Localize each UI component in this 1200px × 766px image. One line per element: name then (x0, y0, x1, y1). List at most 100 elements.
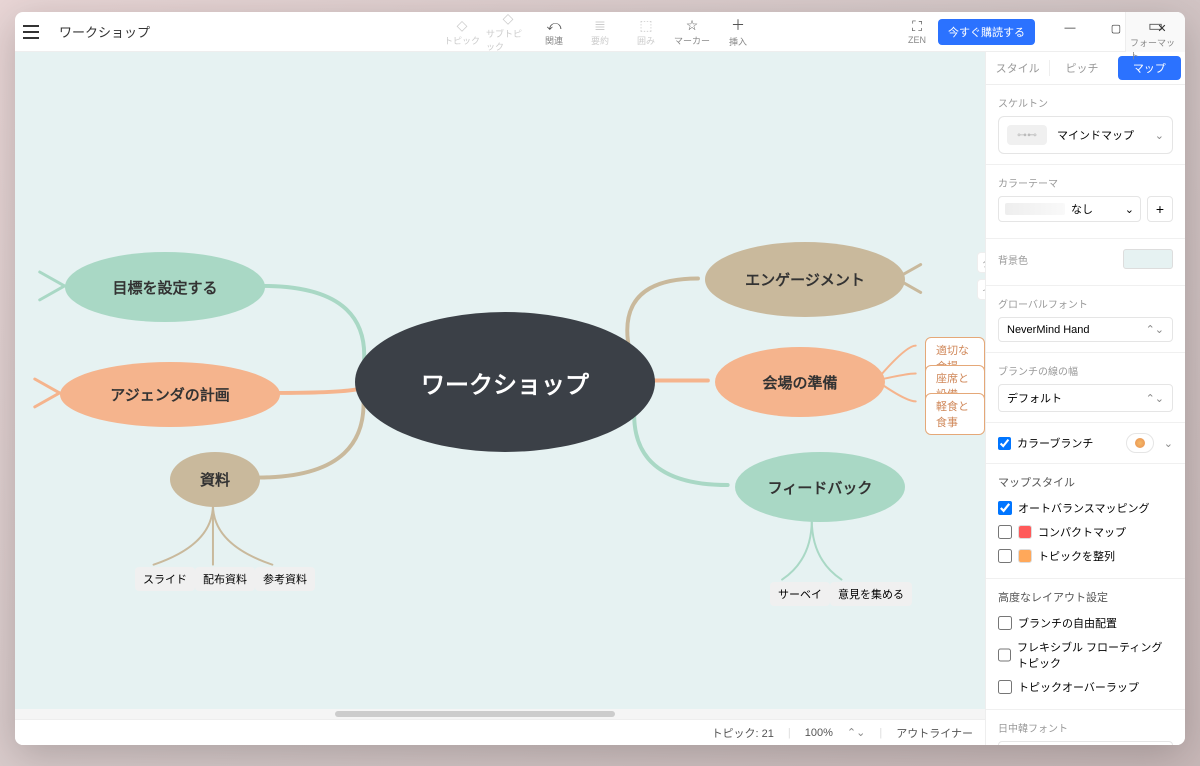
marker-button[interactable]: ☆マーカー (670, 12, 714, 52)
advanced-item[interactable]: ブランチの自由配置 (998, 611, 1173, 635)
boundary-button: ⬚囲み (624, 12, 668, 52)
canvas-wrap: ワークショップ 目標を設定するアジェンダの計画資料スライド配布資料参考資料 エンゲー… (15, 52, 985, 745)
cjk-font-select[interactable]: デフォルト ⌃⌄ (998, 741, 1173, 745)
titlebar: ワークショップ ◇トピック◇サブトピック⤺関連≣要約⬚囲み☆マーカー＋挿入 ⛶Z… (15, 12, 1185, 52)
side-panel: スタイル ピッチ マップ スケルトン ⊶⊷ マインドマップ ⌄ カラーテーマ (985, 52, 1185, 745)
color-branch-label: カラーブランチ (1017, 435, 1093, 451)
panel-bg: 背景色 (986, 239, 1185, 286)
checkbox[interactable] (998, 680, 1012, 694)
item-label: ブランチの自由配置 (1018, 615, 1117, 631)
horizontal-scrollbar[interactable] (15, 709, 985, 719)
chevron-updown-icon: ⌃⌄ (1146, 323, 1164, 336)
child-node[interactable]: 軽食と食事 (925, 393, 985, 435)
pro-badge-icon (1018, 525, 1032, 539)
branch-node[interactable]: アジェンダの計画 (60, 362, 280, 427)
color-theme-label: カラーテーマ (998, 175, 1173, 190)
advanced-label: 高度なレイアウト設定 (998, 589, 1173, 605)
map-style-item[interactable]: オートバランスマッピング (998, 496, 1173, 520)
mindmap-canvas[interactable]: ワークショップ 目標を設定するアジェンダの計画資料スライド配布資料参考資料 エンゲー… (15, 52, 985, 709)
advanced-item[interactable]: トピックオーバーラップ (998, 675, 1173, 699)
branch-width-label: ブランチの線の幅 (998, 363, 1173, 378)
cjk-font-label: 日中韓フォント (998, 720, 1173, 735)
summary-label: 要約 (591, 34, 609, 47)
zen-icon: ⛶ (912, 18, 922, 35)
checkbox[interactable] (998, 616, 1012, 630)
app-window: ワークショップ ◇トピック◇サブトピック⤺関連≣要約⬚囲み☆マーカー＋挿入 ⛶Z… (15, 12, 1185, 745)
relation-button[interactable]: ⤺関連 (532, 12, 576, 52)
checkbox[interactable] (998, 525, 1012, 539)
map-style-item[interactable]: コンパクトマップ (998, 520, 1173, 544)
subtopic-label: サブトピック (486, 27, 530, 53)
skeleton-label: スケルトン (998, 95, 1173, 110)
global-font-label: グローバルフォント (998, 296, 1173, 311)
item-label: フレキシブル フローティング トピック (1017, 639, 1173, 671)
body: ワークショップ 目標を設定するアジェンダの計画資料スライド配布資料参考資料 エンゲー… (15, 52, 1185, 745)
skeleton-select[interactable]: ⊶⊷ マインドマップ ⌄ (998, 116, 1173, 154)
add-theme-button[interactable]: + (1147, 196, 1173, 222)
tab-style[interactable]: スタイル (986, 52, 1049, 84)
child-node[interactable]: サーベイ (770, 582, 830, 606)
global-font-select[interactable]: NeverMind Hand ⌃⌄ (998, 317, 1173, 342)
panel-color-theme: カラーテーマ なし ⌄ + (986, 165, 1185, 239)
color-theme-value: なし (1071, 201, 1093, 217)
checkbox[interactable] (998, 549, 1012, 563)
scrollbar-thumb[interactable] (335, 711, 615, 717)
checkbox[interactable] (998, 648, 1011, 662)
outliner-button[interactable]: アウトライナー (896, 725, 973, 741)
branch-node[interactable]: 資料 (170, 452, 260, 507)
color-branch-icon[interactable] (1126, 433, 1154, 453)
branch-node[interactable]: エンゲージメント (705, 242, 905, 317)
global-font-value: NeverMind Hand (1007, 324, 1090, 336)
insert-label: 挿入 (729, 35, 747, 48)
close-button[interactable]: ✕ (1139, 12, 1185, 44)
child-node[interactable]: 意見を集める (830, 582, 912, 606)
map-style-item[interactable]: トピックを整列 (998, 544, 1173, 568)
tab-pitch[interactable]: ピッチ (1050, 52, 1113, 84)
panel-map-style: マップスタイル オートバランスマッピングコンパクトマップトピックを整列 (986, 464, 1185, 579)
purchase-button[interactable]: 今すぐ購読する (938, 19, 1035, 45)
branch-width-select[interactable]: デフォルト ⌃⌄ (998, 384, 1173, 412)
item-label: オートバランスマッピング (1018, 500, 1149, 516)
map-style-label: マップスタイル (998, 474, 1173, 490)
offscreen-hints: クイ (977, 252, 985, 300)
subtopic-icon: ◇ (503, 12, 514, 27)
zoom-chev[interactable]: ⌃⌄ (847, 726, 865, 739)
topic-icon: ◇ (457, 17, 468, 34)
branch-node[interactable]: フィードバック (735, 452, 905, 522)
child-node[interactable]: スライド (135, 567, 195, 591)
relation-label: 関連 (545, 34, 563, 47)
central-node[interactable]: ワークショップ (355, 312, 655, 452)
item-label: トピックを整列 (1038, 548, 1115, 564)
menu-icon[interactable] (23, 20, 47, 44)
maximize-button[interactable]: ▢ (1093, 12, 1139, 44)
branch-node[interactable]: 会場の準備 (715, 347, 885, 417)
doc-title: ワークショップ (59, 22, 150, 41)
chevron-down-icon: ⌄ (1155, 129, 1164, 142)
zoom-level[interactable]: 100% (805, 727, 833, 739)
chevron-down-icon: ⌄ (1164, 437, 1173, 450)
relation-icon: ⤺ (547, 17, 562, 34)
panel-skeleton: スケルトン ⊶⊷ マインドマップ ⌄ (986, 85, 1185, 165)
boundary-icon: ⬚ (639, 17, 652, 34)
minimize-button[interactable]: — (1047, 12, 1093, 44)
color-branch-checkbox[interactable] (998, 437, 1011, 450)
topic-button: ◇トピック (440, 12, 484, 52)
insert-button[interactable]: ＋挿入 (716, 12, 760, 52)
summary-icon: ≣ (594, 17, 606, 34)
bg-color-swatch[interactable] (1123, 249, 1173, 269)
hint-pill: イ (977, 279, 985, 300)
subtopic-button: ◇サブトピック (486, 12, 530, 52)
branch-node[interactable]: 目標を設定する (65, 252, 265, 322)
zen-button[interactable]: ⛶ZEN (895, 12, 939, 52)
checkbox[interactable] (998, 501, 1012, 515)
advanced-item[interactable]: フレキシブル フローティング トピック (998, 635, 1173, 675)
boundary-label: 囲み (637, 34, 655, 47)
window-controls: — ▢ ✕ (1047, 12, 1185, 44)
color-theme-select[interactable]: なし ⌄ (998, 196, 1141, 222)
zen-label: ZEN (908, 35, 926, 45)
item-label: コンパクトマップ (1038, 524, 1126, 540)
child-node[interactable]: 参考資料 (255, 567, 315, 591)
pro-badge-icon (1018, 549, 1032, 563)
panel-global-font: グローバルフォント NeverMind Hand ⌃⌄ (986, 286, 1185, 353)
child-node[interactable]: 配布資料 (195, 567, 255, 591)
